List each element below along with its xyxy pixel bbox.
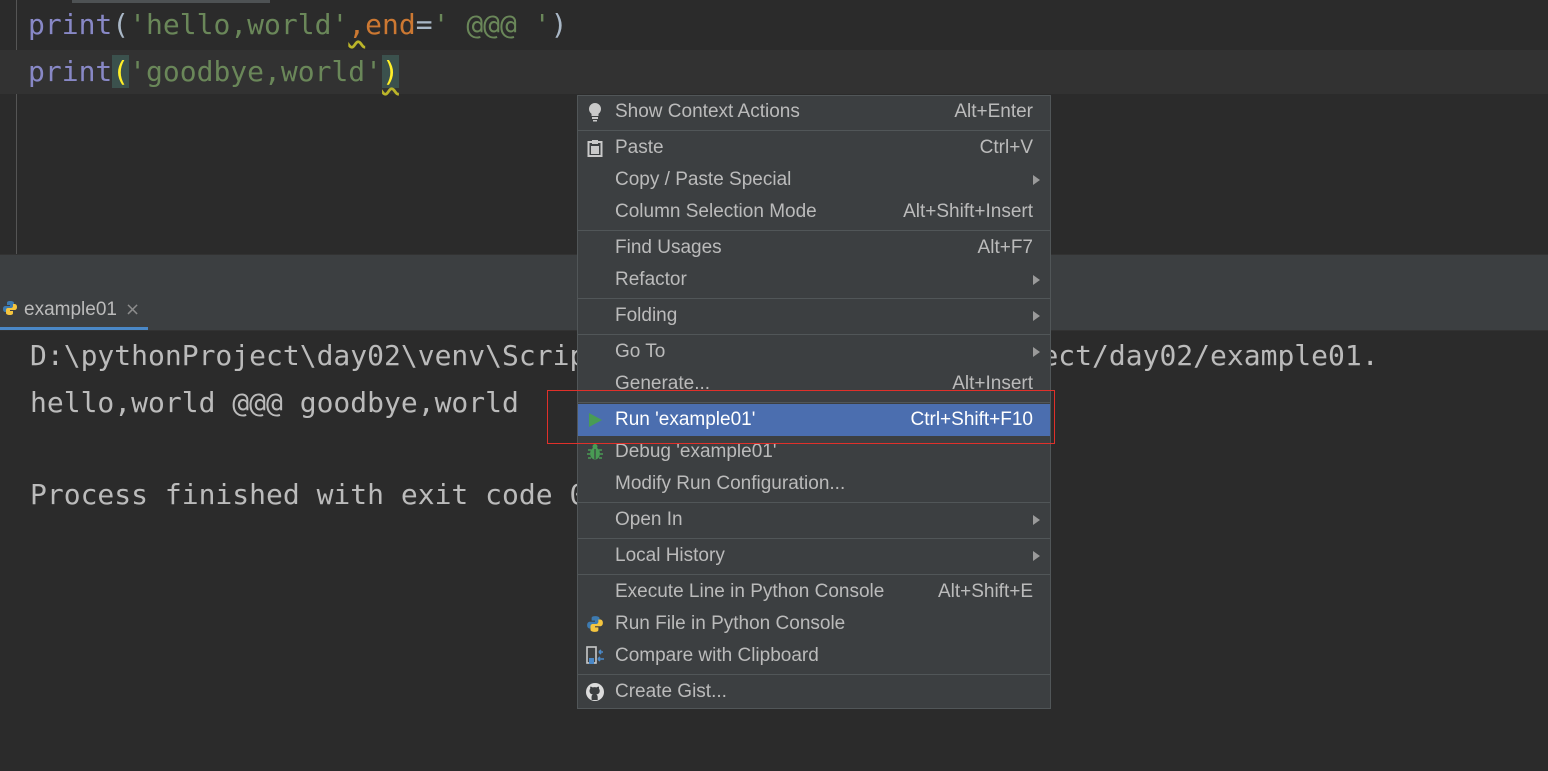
- menu-item-label: Go To: [615, 341, 666, 362]
- menu-item-refactor[interactable]: Refactor: [578, 264, 1050, 296]
- menu-item-local-history[interactable]: Local History: [578, 540, 1050, 572]
- menu-item-paste[interactable]: Paste Ctrl+V: [578, 132, 1050, 164]
- menu-item-label: Modify Run Configuration...: [615, 473, 846, 494]
- menu-item-label: Paste: [615, 137, 664, 158]
- menu-item-create-gist[interactable]: Create Gist...: [578, 676, 1050, 708]
- run-tab-label: example01: [24, 298, 117, 320]
- menu-item-debug-example01[interactable]: Debug 'example01': [578, 436, 1050, 468]
- menu-item-label: Generate...: [615, 373, 711, 394]
- editor-context-menu: Show Context Actions Alt+Enter Paste Ctr…: [577, 95, 1051, 709]
- menu-item-label: Local History: [615, 545, 725, 566]
- token-string: 'hello,world': [129, 8, 349, 41]
- submenu-arrow-icon: [1033, 347, 1040, 357]
- close-icon[interactable]: ×: [125, 299, 140, 320]
- menu-separator: [578, 502, 1050, 503]
- menu-item-run-file-python-console[interactable]: Run File in Python Console: [578, 608, 1050, 640]
- menu-item-label: Debug 'example01': [615, 441, 777, 462]
- menu-separator: [578, 574, 1050, 575]
- run-icon: [584, 410, 606, 430]
- token-close-paren-matched: ): [382, 55, 399, 88]
- submenu-arrow-icon: [1033, 551, 1040, 561]
- menu-item-label: Run 'example01': [615, 409, 756, 430]
- submenu-arrow-icon: [1033, 311, 1040, 321]
- menu-separator: [578, 230, 1050, 231]
- token-comma: ,: [348, 8, 366, 41]
- menu-item-label: Show Context Actions: [615, 101, 800, 122]
- menu-item-label: Create Gist...: [615, 681, 727, 702]
- github-icon: [584, 682, 606, 702]
- editor-gutter-divider: [16, 0, 17, 254]
- menu-separator: [578, 130, 1050, 131]
- menu-separator: [578, 674, 1050, 675]
- menu-item-shortcut: Alt+Insert: [952, 373, 1033, 394]
- menu-item-label: Column Selection Mode: [615, 201, 817, 222]
- menu-item-column-selection-mode[interactable]: Column Selection Mode Alt+Shift+Insert: [578, 196, 1050, 228]
- menu-item-label: Refactor: [615, 269, 687, 290]
- code-line-2-current[interactable]: print('goodbye,world'): [0, 50, 1548, 94]
- menu-item-label: Find Usages: [615, 237, 722, 258]
- compare-icon: [584, 646, 606, 666]
- token-param-end: end: [365, 8, 416, 41]
- menu-separator: [578, 334, 1050, 335]
- run-tab-example01[interactable]: example01 ×: [0, 292, 149, 330]
- menu-item-label: Folding: [615, 305, 678, 326]
- menu-item-go-to[interactable]: Go To: [578, 336, 1050, 368]
- token-string: 'goodbye,world': [129, 55, 383, 88]
- token-print: print: [28, 8, 113, 41]
- menu-item-label: Compare with Clipboard: [615, 645, 819, 666]
- menu-item-run-example01[interactable]: Run 'example01' Ctrl+Shift+F10: [578, 404, 1050, 436]
- menu-item-label: Open In: [615, 509, 683, 530]
- menu-item-shortcut: Ctrl+Shift+F10: [910, 409, 1034, 430]
- token-open-paren: (: [112, 8, 130, 41]
- submenu-arrow-icon: [1033, 275, 1040, 285]
- submenu-arrow-icon: [1033, 515, 1040, 525]
- menu-item-shortcut: Alt+Shift+Insert: [903, 201, 1033, 222]
- menu-separator: [578, 298, 1050, 299]
- menu-item-label: Run File in Python Console: [615, 613, 846, 634]
- menu-item-shortcut: Alt+Shift+E: [937, 581, 1033, 602]
- menu-item-execute-line-python-console[interactable]: Execute Line in Python Console Alt+Shift…: [578, 576, 1050, 608]
- menu-separator: [578, 402, 1050, 403]
- token-print: print: [28, 55, 113, 88]
- debug-bug-icon: [584, 442, 606, 462]
- console-line: Process finished with exit code 0: [30, 478, 587, 511]
- token-string: ' @@@ ': [432, 8, 551, 41]
- python-file-icon: [2, 300, 18, 320]
- python-icon: [584, 614, 606, 634]
- submenu-arrow-icon: [1033, 175, 1040, 185]
- console-line: hello,world @@@ goodbye,world: [30, 386, 519, 419]
- menu-item-label: Copy / Paste Special: [615, 169, 792, 190]
- menu-item-copy-paste-special[interactable]: Copy / Paste Special: [578, 164, 1050, 196]
- token-close-paren: ): [550, 8, 568, 41]
- menu-item-find-usages[interactable]: Find Usages Alt+F7: [578, 232, 1050, 264]
- menu-item-label: Execute Line in Python Console: [615, 581, 885, 602]
- menu-separator: [578, 538, 1050, 539]
- menu-item-open-in[interactable]: Open In: [578, 504, 1050, 536]
- menu-item-modify-run-configuration[interactable]: Modify Run Configuration...: [578, 468, 1050, 500]
- menu-item-shortcut: Ctrl+V: [979, 137, 1033, 158]
- menu-item-compare-with-clipboard[interactable]: Compare with Clipboard: [578, 640, 1050, 672]
- token-open-paren-matched: (: [112, 55, 130, 88]
- menu-item-folding[interactable]: Folding: [578, 300, 1050, 332]
- token-equals: =: [415, 8, 433, 41]
- menu-item-shortcut: Alt+F7: [977, 237, 1033, 258]
- menu-item-show-context-actions[interactable]: Show Context Actions Alt+Enter: [578, 96, 1050, 128]
- lightbulb-icon: [584, 102, 606, 122]
- menu-item-shortcut: Alt+Enter: [954, 101, 1033, 122]
- menu-item-generate[interactable]: Generate... Alt+Insert: [578, 368, 1050, 400]
- code-line-1[interactable]: print('hello,world',end=' @@@ '): [28, 3, 567, 47]
- clipboard-icon: [584, 138, 606, 158]
